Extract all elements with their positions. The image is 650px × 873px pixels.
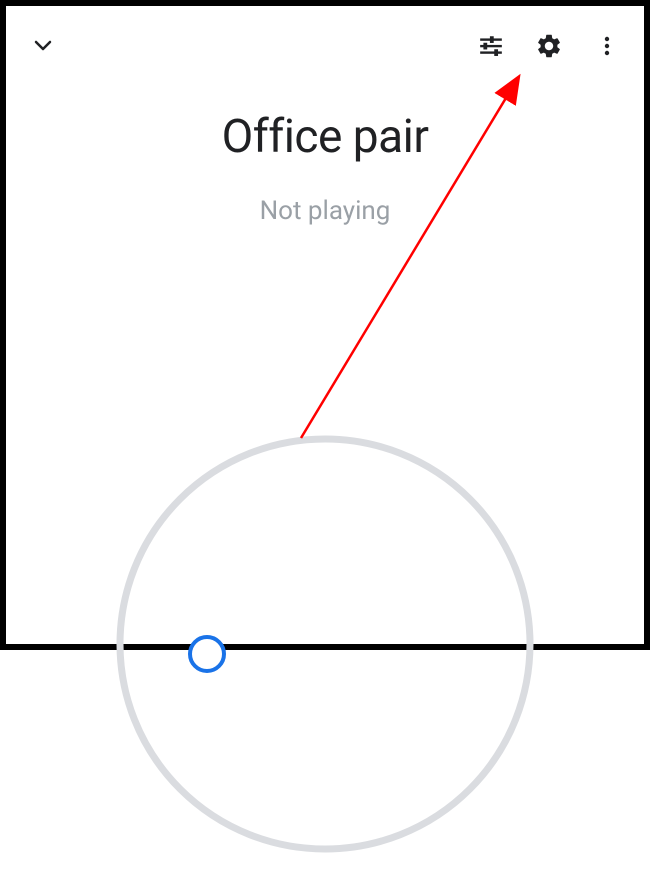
volume-dial[interactable] <box>100 419 550 869</box>
volume-handle[interactable] <box>188 635 226 673</box>
content-area: Office pair Not playing <box>6 66 644 226</box>
header-bar <box>6 6 644 66</box>
header-left <box>28 31 58 61</box>
gear-icon <box>535 32 563 60</box>
settings-button[interactable] <box>534 31 564 61</box>
more-vertical-icon <box>595 34 619 58</box>
equalizer-button[interactable] <box>476 31 506 61</box>
volume-ring-track <box>100 419 550 869</box>
device-title: Office pair <box>6 110 644 164</box>
header-right <box>476 31 622 61</box>
playback-status: Not playing <box>6 196 644 226</box>
overflow-menu-button[interactable] <box>592 31 622 61</box>
collapse-button[interactable] <box>28 31 58 61</box>
chevron-down-icon <box>31 34 55 58</box>
equalizer-icon <box>478 33 504 59</box>
